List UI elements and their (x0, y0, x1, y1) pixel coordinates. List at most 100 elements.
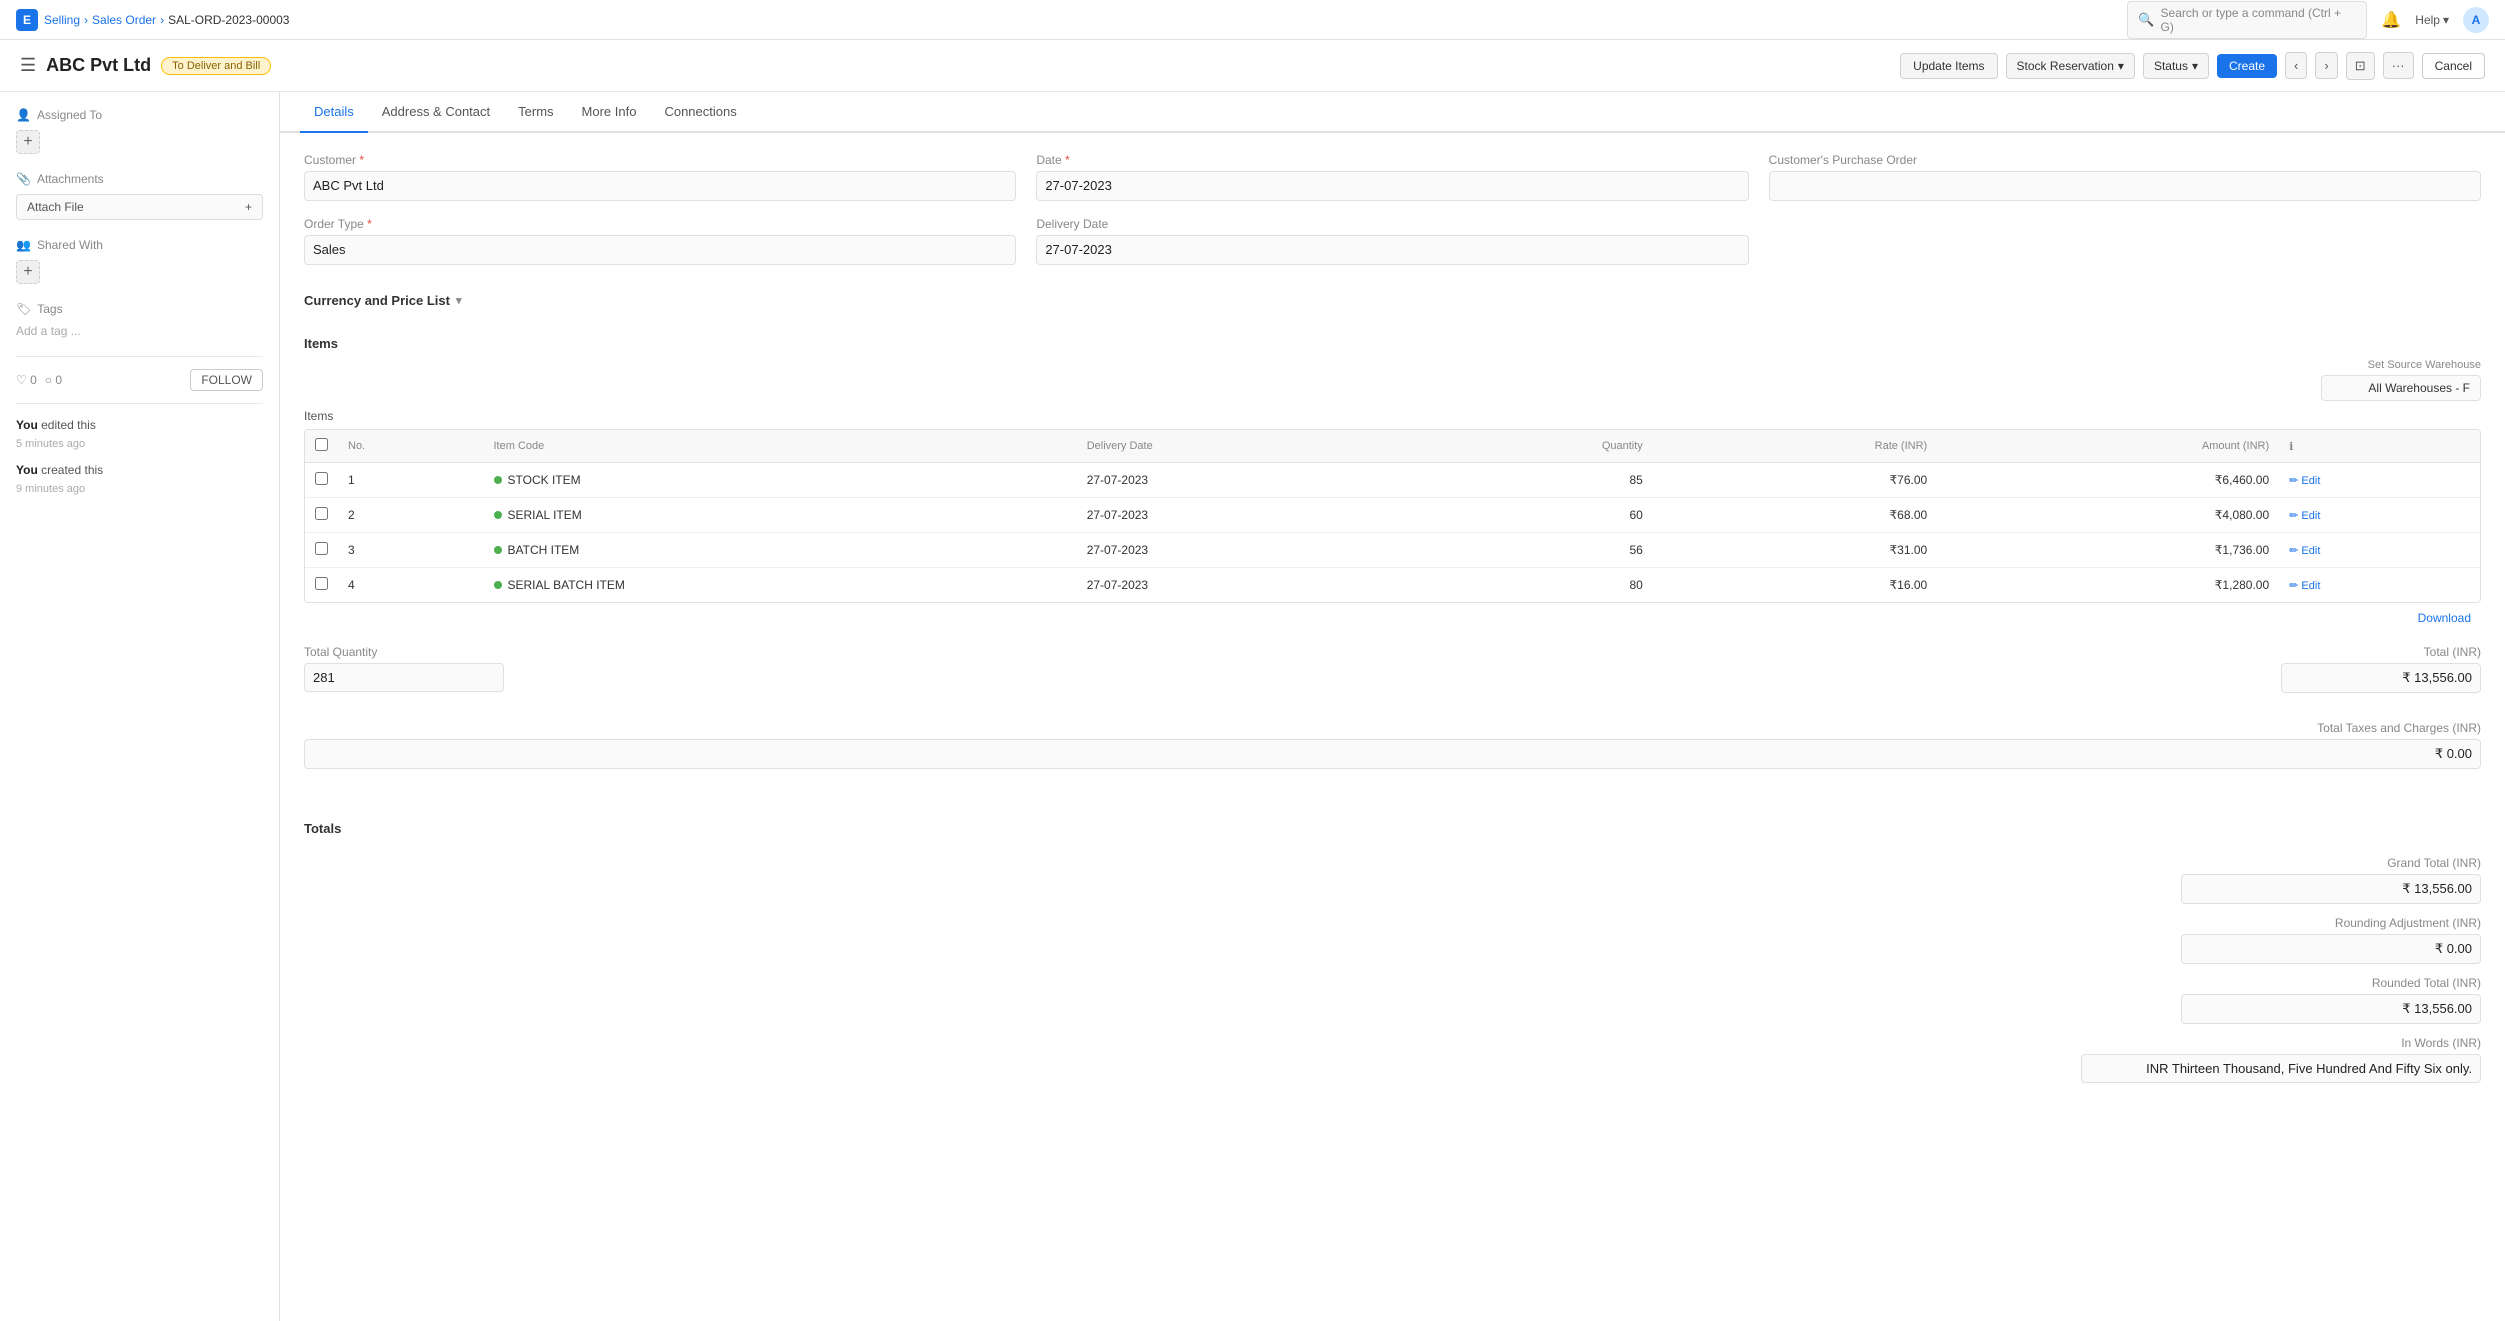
tab-address[interactable]: Address & Contact (368, 92, 504, 133)
in-words-box: In Words (INR) INR Thirteen Thousand, Fi… (304, 1036, 2481, 1083)
row-delivery-date: 27-07-2023 (1077, 568, 1414, 603)
follow-button[interactable]: FOLLOW (190, 369, 263, 391)
status-button[interactable]: Status ▾ (2143, 53, 2209, 79)
tabs-bar: Details Address & Contact Terms More Inf… (280, 92, 2505, 133)
row-item-code[interactable]: SERIAL BATCH ITEM (484, 568, 1077, 603)
edit-row-button[interactable]: ✏ Edit (2289, 474, 2470, 487)
sidebar-toggle-icon[interactable]: ☰ (20, 55, 36, 76)
attach-file-button[interactable]: Attach File + (16, 194, 263, 220)
rate-header: Rate (INR) (1653, 430, 1937, 463)
customer-date-row: Customer * ABC Pvt Ltd Date * 27-07-2023… (304, 153, 2481, 201)
delivery-date-field: Delivery Date 27-07-2023 (1036, 217, 1748, 265)
customer-value[interactable]: ABC Pvt Ltd (304, 171, 1016, 201)
add-shared-button[interactable]: + (16, 260, 40, 284)
row-checkbox[interactable] (315, 507, 328, 520)
breadcrumb-selling[interactable]: Selling (44, 13, 80, 27)
add-tag-button[interactable]: Add a tag ... (16, 324, 263, 338)
next-button[interactable]: › (2315, 52, 2337, 79)
purchase-order-value[interactable] (1769, 171, 2481, 201)
divider-2 (16, 403, 263, 404)
activity-feed: You edited this 5 minutes ago You create… (16, 416, 263, 497)
order-type-value[interactable]: Sales (304, 235, 1016, 265)
download-row: Download (304, 603, 2481, 633)
rounding-box: Rounding Adjustment (INR) ₹ 0.00 (304, 916, 2481, 964)
row-no: 2 (338, 498, 484, 533)
row-rate: ₹31.00 (1653, 533, 1937, 568)
row-checkbox[interactable] (315, 472, 328, 485)
row-item-code[interactable]: BATCH ITEM (484, 533, 1077, 568)
document-header: ☰ ABC Pvt Ltd To Deliver and Bill Update… (0, 40, 2505, 92)
tab-more-info[interactable]: More Info (568, 92, 651, 133)
search-placeholder: Search or type a command (Ctrl + G) (2161, 6, 2357, 34)
row-item-code[interactable]: STOCK ITEM (484, 463, 1077, 498)
edit-row-button[interactable]: ✏ Edit (2289, 579, 2470, 592)
taxes-box: Total Taxes and Charges (INR) ₹ 0.00 (304, 721, 2481, 769)
form-content: Customer * ABC Pvt Ltd Date * 27-07-2023… (280, 133, 2505, 1115)
stock-reservation-button[interactable]: Stock Reservation ▾ (2006, 53, 2135, 79)
attachment-icon: 📎 (16, 172, 31, 186)
avatar[interactable]: A (2463, 7, 2489, 33)
add-assigned-button[interactable]: + (16, 130, 40, 154)
currency-section-title: Currency and Price List (304, 293, 450, 308)
items-table: No. Item Code Delivery Date Quantity Rat… (305, 430, 2480, 602)
row-checkbox[interactable] (315, 577, 328, 590)
table-row: 1 STOCK ITEM 27-07-2023 85 ₹76.00 ₹6,460… (305, 463, 2480, 498)
tab-connections[interactable]: Connections (650, 92, 750, 133)
row-no: 4 (338, 568, 484, 603)
warehouse-select[interactable]: All Warehouses - F (2321, 375, 2481, 401)
search-bar[interactable]: 🔍 Search or type a command (Ctrl + G) (2127, 1, 2367, 39)
select-all-checkbox[interactable] (315, 438, 328, 451)
table-row: 2 SERIAL ITEM 27-07-2023 60 ₹68.00 ₹4,08… (305, 498, 2480, 533)
edit-row-button[interactable]: ✏ Edit (2289, 509, 2470, 522)
warehouse-field: Set Source Warehouse All Warehouses - F (2321, 359, 2481, 401)
row-edit-cell: ✏ Edit (2279, 463, 2480, 498)
heart-icon[interactable]: ♡ 0 (16, 373, 37, 387)
row-edit-cell: ✏ Edit (2279, 498, 2480, 533)
table-header-row: No. Item Code Delivery Date Quantity Rat… (305, 430, 2480, 463)
content-inner: Details Address & Contact Terms More Inf… (280, 92, 2505, 1321)
update-items-button[interactable]: Update Items (1900, 53, 1997, 79)
tab-details[interactable]: Details (300, 92, 368, 133)
follow-section: ♡ 0 ○ 0 FOLLOW (16, 369, 263, 391)
in-words-label: In Words (INR) (2081, 1036, 2481, 1050)
breadcrumb-sales-order[interactable]: Sales Order (92, 13, 156, 27)
warehouse-label: Set Source Warehouse (2321, 359, 2481, 371)
tag-icon: 🏷 (16, 302, 31, 316)
customer-field: Customer * ABC Pvt Ltd (304, 153, 1016, 201)
row-checkbox-cell (305, 498, 338, 533)
totals-section-title: Totals (304, 809, 2481, 844)
item-code-header: Item Code (484, 430, 1077, 463)
row-edit-cell: ✏ Edit (2279, 568, 2480, 603)
notification-icon[interactable]: 🔔 (2381, 10, 2401, 30)
more-options-icon[interactable]: ··· (2383, 52, 2414, 79)
chevron-down-icon: ▾ (456, 294, 462, 307)
select-all-header (305, 430, 338, 463)
rounded-total-label: Rounded Total (INR) (2181, 976, 2481, 990)
edit-row-button[interactable]: ✏ Edit (2289, 544, 2470, 557)
download-button[interactable]: Download (2418, 611, 2471, 625)
row-quantity: 85 (1414, 463, 1653, 498)
row-no: 1 (338, 463, 484, 498)
row-delivery-date: 27-07-2023 (1077, 498, 1414, 533)
row-amount: ₹4,080.00 (1937, 498, 2279, 533)
prev-button[interactable]: ‹ (2285, 52, 2307, 79)
delivery-date-value[interactable]: 27-07-2023 (1036, 235, 1748, 265)
tab-terms[interactable]: Terms (504, 92, 567, 133)
items-table-container: No. Item Code Delivery Date Quantity Rat… (304, 429, 2481, 603)
row-no: 3 (338, 533, 484, 568)
create-button[interactable]: Create (2217, 54, 2277, 78)
date-value[interactable]: 27-07-2023 (1036, 171, 1748, 201)
share-icon: 👥 (16, 238, 31, 252)
help-button[interactable]: Help ▾ (2415, 13, 2449, 27)
row-amount: ₹1,280.00 (1937, 568, 2279, 603)
comment-icon[interactable]: ○ 0 (45, 373, 62, 387)
row-checkbox-cell (305, 568, 338, 603)
grand-total-value: ₹ 13,556.00 (2181, 874, 2481, 904)
order-delivery-row: Order Type * Sales Delivery Date 27-07-2… (304, 217, 2481, 265)
breadcrumb-current: SAL-ORD-2023-00003 (168, 13, 289, 27)
row-checkbox[interactable] (315, 542, 328, 555)
print-icon[interactable]: ⊡ (2346, 52, 2375, 80)
cancel-button[interactable]: Cancel (2422, 53, 2485, 79)
row-item-code[interactable]: SERIAL ITEM (484, 498, 1077, 533)
currency-section-header[interactable]: Currency and Price List ▾ (304, 281, 2481, 316)
